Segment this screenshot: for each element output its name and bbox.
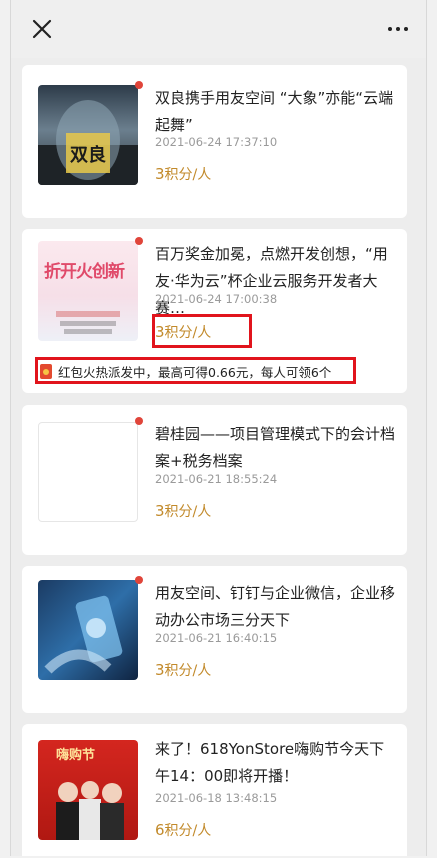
unread-dot bbox=[135, 237, 143, 245]
article-date: 2021-06-24 17:00:38 bbox=[155, 292, 278, 306]
article-thumbnail: 嗨购节 bbox=[38, 740, 138, 840]
article-thumbnail bbox=[38, 422, 138, 522]
points-unit: 积分/人 bbox=[164, 167, 212, 183]
unread-dot bbox=[135, 81, 143, 89]
points-highlight-box bbox=[152, 314, 252, 348]
points-unit: 积分/人 bbox=[164, 504, 212, 520]
points-value: 3 bbox=[155, 165, 165, 183]
points-value: 3 bbox=[155, 502, 165, 520]
points-reward: 3积分/人 bbox=[155, 501, 211, 521]
top-bar bbox=[11, 0, 426, 58]
article-thumbnail: 折开火创新 bbox=[38, 241, 138, 341]
unread-dot bbox=[135, 576, 143, 584]
article-date: 2021-06-21 16:40:15 bbox=[155, 631, 278, 645]
article-title[interactable]: 碧桂园——项目管理模式下的会计档案+税务档案 bbox=[155, 421, 395, 475]
points-value: 3 bbox=[155, 661, 165, 679]
close-icon[interactable] bbox=[29, 16, 55, 42]
points-unit: 积分/人 bbox=[164, 663, 212, 679]
more-icon[interactable] bbox=[384, 17, 412, 41]
points-reward: 3积分/人 bbox=[155, 164, 211, 184]
article-card[interactable]: 碧桂园——项目管理模式下的会计档案+税务档案 2021-06-21 18:55:… bbox=[22, 405, 407, 555]
points-value: 6 bbox=[155, 821, 165, 839]
article-card[interactable]: 用友空间、钉钉与企业微信，企业移动办公市场三分天下 2021-06-21 16:… bbox=[22, 566, 407, 713]
article-thumbnail bbox=[38, 580, 138, 680]
points-reward: 6积分/人 bbox=[155, 820, 211, 840]
article-card[interactable]: 折开火创新 百万奖金加冕，点燃开发创想，“用友·华为云”杯企业云服务开发者大赛…… bbox=[22, 229, 407, 393]
article-thumbnail: 双良 bbox=[38, 85, 138, 185]
points-reward: 3积分/人 bbox=[155, 660, 211, 680]
article-title[interactable]: 双良携手用友空间 “大象”亦能“云端起舞” bbox=[155, 85, 395, 139]
article-date: 2021-06-21 18:55:24 bbox=[155, 472, 278, 486]
article-date: 2021-06-18 13:48:15 bbox=[155, 791, 278, 805]
unread-dot bbox=[135, 417, 143, 425]
article-card[interactable]: 嗨购节 来了！618YonStore嗨购节今天下午14：00即将开播！ 2021… bbox=[22, 724, 407, 856]
red-packet-highlight-box bbox=[35, 357, 356, 384]
article-date: 2021-06-24 17:37:10 bbox=[155, 135, 278, 149]
article-title[interactable]: 用友空间、钉钉与企业微信，企业移动办公市场三分天下 bbox=[155, 580, 395, 634]
thumbnail-logo-text: 双良 bbox=[70, 145, 106, 166]
app-frame: 双良 双良携手用友空间 “大象”亦能“云端起舞” 2021-06-24 17:3… bbox=[10, 0, 427, 856]
article-title[interactable]: 百万奖金加冕，点燃开发创想，“用友·华为云”杯企业云服务开发者大赛… bbox=[155, 241, 395, 322]
article-title[interactable]: 来了！618YonStore嗨购节今天下午14：00即将开播！ bbox=[155, 736, 395, 790]
article-card[interactable]: 双良 双良携手用友空间 “大象”亦能“云端起舞” 2021-06-24 17:3… bbox=[22, 65, 407, 218]
points-unit: 积分/人 bbox=[164, 823, 212, 839]
